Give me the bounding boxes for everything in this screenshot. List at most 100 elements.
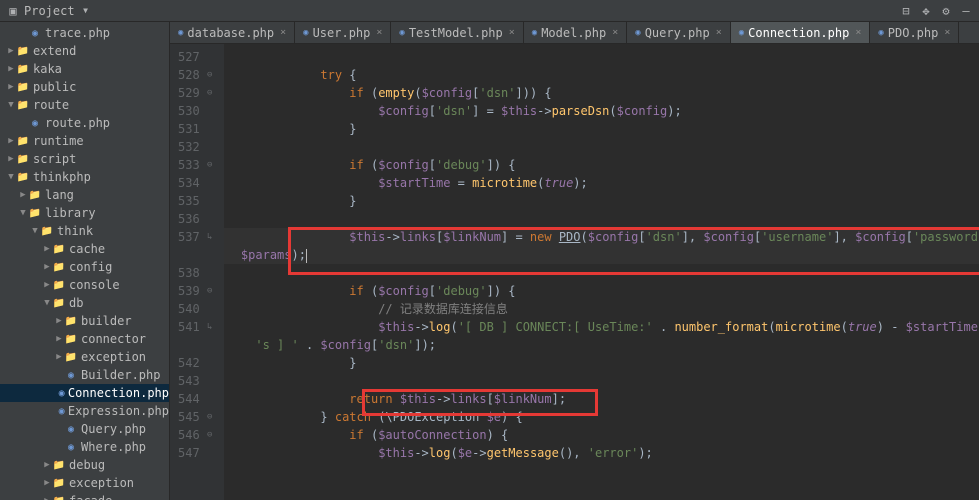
- tree-item-Connection-php[interactable]: ◉Connection.php: [0, 384, 169, 402]
- tab-PDO-php[interactable]: ◉PDO.php×: [870, 22, 959, 43]
- collapse-icon[interactable]: ⊟: [899, 4, 913, 18]
- tree-item-exception[interactable]: ▶📁exception: [0, 348, 169, 366]
- fold-icon[interactable]: ⊖: [206, 426, 214, 444]
- tree-item-thinkphp[interactable]: ▼📁thinkphp: [0, 168, 169, 186]
- chevron-right-icon[interactable]: ▶: [6, 154, 16, 164]
- line-number: 539: [178, 282, 200, 300]
- tree-item-exception[interactable]: ▶📁exception: [0, 474, 169, 492]
- chevron-right-icon[interactable]: ▶: [18, 190, 28, 200]
- code-line: [224, 264, 979, 282]
- tree-item-public[interactable]: ▶📁public: [0, 78, 169, 96]
- chevron-right-icon[interactable]: ▶: [42, 478, 52, 488]
- fold-icon[interactable]: ⊖: [206, 156, 214, 174]
- chevron-down-icon[interactable]: ▼: [18, 208, 28, 218]
- project-tree[interactable]: ◉trace.php▶📁extend▶📁kaka▶📁public▼📁route◉…: [0, 22, 170, 500]
- chevron-down-icon[interactable]: ▼: [6, 172, 16, 182]
- tree-item-extend[interactable]: ▶📁extend: [0, 42, 169, 60]
- tree-item-connector[interactable]: ▶📁connector: [0, 330, 169, 348]
- tree-item-kaka[interactable]: ▶📁kaka: [0, 60, 169, 78]
- chevron-down-icon[interactable]: ▼: [30, 226, 40, 236]
- tab-database-php[interactable]: ◉database.php×: [170, 22, 295, 43]
- tab-close-icon[interactable]: ×: [509, 27, 515, 38]
- tree-item-trace-php[interactable]: ◉trace.php: [0, 24, 169, 42]
- hide-icon[interactable]: —: [959, 4, 973, 18]
- tree-item-Builder-php[interactable]: ◉Builder.php: [0, 366, 169, 384]
- tree-item-runtime[interactable]: ▶📁runtime: [0, 132, 169, 150]
- project-title: Project: [24, 4, 75, 18]
- dropdown-icon[interactable]: ▼: [79, 4, 93, 18]
- editor-tabs: ◉database.php×◉User.php×◉TestModel.php×◉…: [170, 22, 979, 44]
- tab-close-icon[interactable]: ×: [855, 27, 861, 38]
- tree-item-think[interactable]: ▼📁think: [0, 222, 169, 240]
- tree-item-route-php[interactable]: ◉route.php: [0, 114, 169, 132]
- php-file-icon: ◉: [28, 116, 42, 130]
- chevron-right-icon[interactable]: ▶: [6, 64, 16, 74]
- locate-icon[interactable]: ✥: [919, 4, 933, 18]
- tree-label: thinkphp: [33, 170, 91, 184]
- tree-item-Expression-php[interactable]: ◉Expression.php: [0, 402, 169, 420]
- tree-label: Connection.php: [68, 386, 169, 400]
- tab-TestModel-php[interactable]: ◉TestModel.php×: [391, 22, 523, 43]
- chevron-right-icon[interactable]: ▶: [54, 316, 64, 326]
- code-line: }: [224, 120, 979, 138]
- tree-item-config[interactable]: ▶📁config: [0, 258, 169, 276]
- chevron-down-icon[interactable]: ▼: [6, 100, 16, 110]
- tree-label: builder: [81, 314, 132, 328]
- tab-close-icon[interactable]: ×: [944, 27, 950, 38]
- chevron-right-icon[interactable]: ▶: [42, 262, 52, 272]
- tab-close-icon[interactable]: ×: [716, 27, 722, 38]
- tree-item-facade[interactable]: ▶📁facade: [0, 492, 169, 500]
- chevron-right-icon[interactable]: ▶: [6, 46, 16, 56]
- fold-icon[interactable]: ⊖: [206, 84, 214, 102]
- folder-icon: 📁: [52, 476, 66, 490]
- text-cursor: [306, 249, 307, 263]
- tree-item-Query-php[interactable]: ◉Query.php: [0, 420, 169, 438]
- code-content[interactable]: try { if (empty($config['dsn'])) { $conf…: [224, 44, 979, 500]
- tab-close-icon[interactable]: ×: [612, 27, 618, 38]
- tree-label: console: [69, 278, 120, 292]
- tree-label: Builder.php: [81, 368, 160, 382]
- tree-item-lang[interactable]: ▶📁lang: [0, 186, 169, 204]
- tree-item-cache[interactable]: ▶📁cache: [0, 240, 169, 258]
- tab-Query-php[interactable]: ◉Query.php×: [627, 22, 730, 43]
- folder-icon: 📁: [28, 188, 42, 202]
- line-number: 543: [178, 372, 200, 390]
- tree-item-debug[interactable]: ▶📁debug: [0, 456, 169, 474]
- tree-label: library: [45, 206, 96, 220]
- chevron-right-icon[interactable]: ▶: [42, 280, 52, 290]
- chevron-right-icon[interactable]: ▶: [6, 136, 16, 146]
- chevron-right-icon[interactable]: ▶: [54, 334, 64, 344]
- chevron-right-icon[interactable]: ▶: [42, 244, 52, 254]
- fold-icon[interactable]: ⊖: [206, 66, 214, 84]
- tree-label: public: [33, 80, 76, 94]
- tab-Model-php[interactable]: ◉Model.php×: [524, 22, 627, 43]
- chevron-right-icon[interactable]: ▶: [6, 82, 16, 92]
- tab-Connection-php[interactable]: ◉Connection.php×: [731, 22, 871, 43]
- code-line: try {: [224, 66, 979, 84]
- fold-icon[interactable]: ↳: [206, 228, 214, 246]
- chevron-right-icon[interactable]: ▶: [42, 496, 52, 500]
- fold-icon[interactable]: ⊖: [206, 408, 214, 426]
- line-number: 527: [178, 48, 200, 66]
- gutter-line: 537↳: [178, 228, 214, 246]
- tab-close-icon[interactable]: ×: [280, 27, 286, 38]
- tab-User-php[interactable]: ◉User.php×: [295, 22, 391, 43]
- code-editor[interactable]: 527528⊖529⊖530531532533⊖534535536537↳538…: [170, 44, 979, 500]
- tree-item-route[interactable]: ▼📁route: [0, 96, 169, 114]
- gear-icon[interactable]: ⚙: [939, 4, 953, 18]
- gutter-line: 531: [178, 120, 214, 138]
- folder-icon: 📁: [16, 134, 30, 148]
- tree-item-db[interactable]: ▼📁db: [0, 294, 169, 312]
- tree-item-library[interactable]: ▼📁library: [0, 204, 169, 222]
- tree-item-builder[interactable]: ▶📁builder: [0, 312, 169, 330]
- tab-close-icon[interactable]: ×: [376, 27, 382, 38]
- tree-item-console[interactable]: ▶📁console: [0, 276, 169, 294]
- chevron-right-icon[interactable]: ▶: [54, 352, 64, 362]
- tree-item-script[interactable]: ▶📁script: [0, 150, 169, 168]
- php-file-icon: ◉: [635, 28, 640, 38]
- chevron-right-icon[interactable]: ▶: [42, 460, 52, 470]
- fold-icon[interactable]: ⊖: [206, 282, 214, 300]
- chevron-down-icon[interactable]: ▼: [42, 298, 52, 308]
- fold-icon[interactable]: ↳: [206, 318, 214, 336]
- tree-item-Where-php[interactable]: ◉Where.php: [0, 438, 169, 456]
